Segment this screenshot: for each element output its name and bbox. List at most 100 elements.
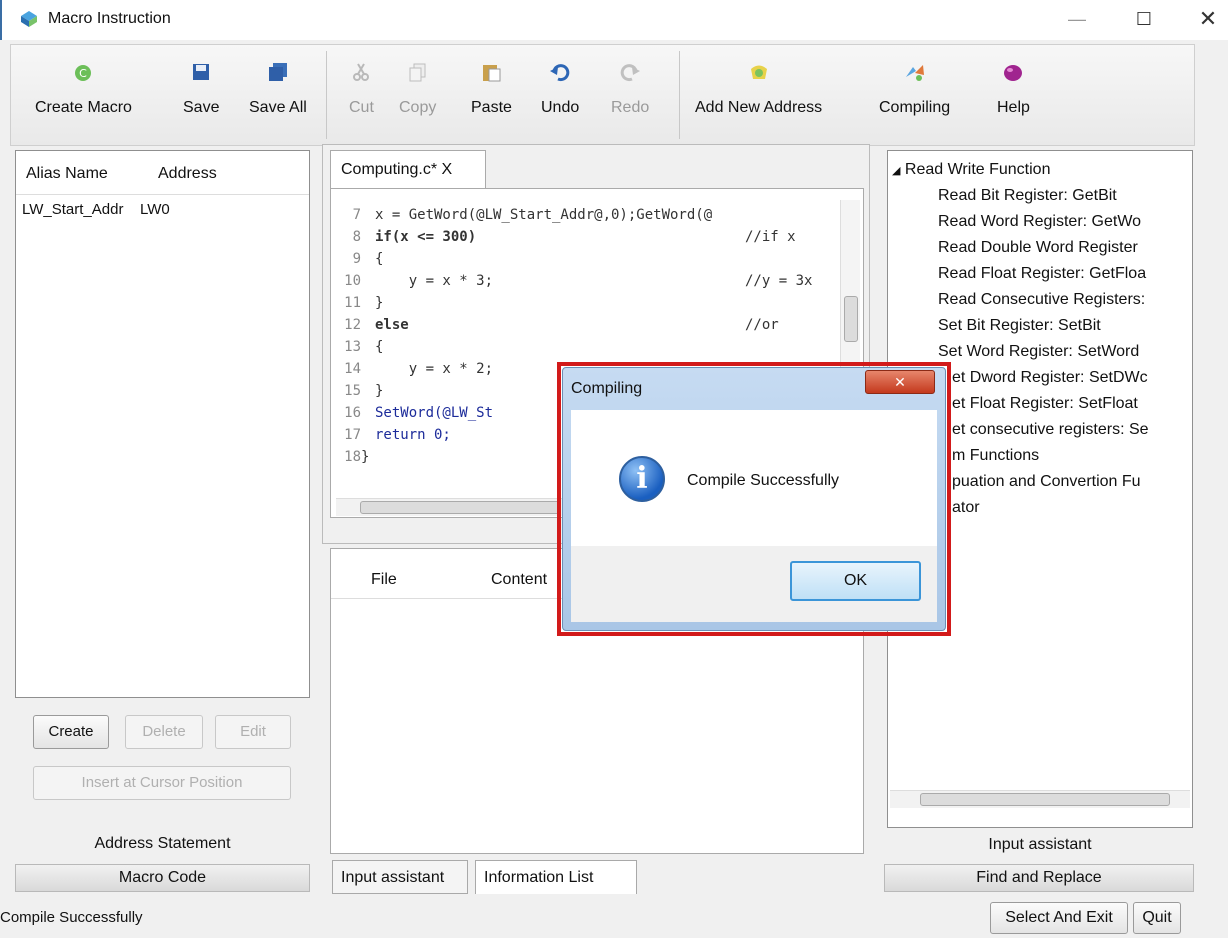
tree-item[interactable]: Read Word Register: GetWo <box>938 213 1141 231</box>
paste-button[interactable]: Paste <box>471 61 512 117</box>
redo-icon <box>620 64 641 82</box>
title-bar: Macro Instruction — ☐ ✕ <box>0 0 1228 40</box>
code-text: } <box>361 449 370 465</box>
save-icon <box>193 64 210 80</box>
tree-item[interactable]: m Functions <box>952 447 1039 465</box>
undo-icon <box>550 64 570 82</box>
redo-button[interactable]: Redo <box>611 61 649 117</box>
tab-macro-code[interactable]: Macro Code <box>15 864 310 892</box>
scrollbar-thumb[interactable] <box>920 793 1170 806</box>
save-all-button[interactable]: Save All <box>249 61 307 117</box>
tree-item[interactable]: Read Float Register: GetFloa <box>938 265 1146 283</box>
code-text: } <box>375 383 384 399</box>
dialog-message: Compile Successfully <box>687 472 840 489</box>
code-text: return 0; <box>375 427 451 443</box>
table-row[interactable]: LW_Start_Addr LW0 <box>16 195 309 225</box>
code-comment: //if x <box>745 229 796 245</box>
quit-button[interactable]: Quit <box>1133 902 1181 934</box>
toolbar: C Create Macro Save Save All Cut Copy Pa… <box>10 44 1195 146</box>
help-button[interactable]: Help <box>997 61 1030 117</box>
insert-at-cursor-button[interactable]: Insert at Cursor Position <box>33 766 291 800</box>
undo-button[interactable]: Undo <box>541 61 579 117</box>
toolbar-separator <box>326 51 327 139</box>
toolbar-separator <box>679 51 680 139</box>
address-list-panel: Alias Name Address LW_Start_Addr LW0 <box>15 150 310 698</box>
scrollbar-thumb[interactable] <box>360 501 560 514</box>
tree-item[interactable]: Read Bit Register: GetBit <box>938 187 1117 205</box>
code-text: } <box>375 295 384 311</box>
copy-label: Copy <box>399 99 437 116</box>
svg-text:C: C <box>80 67 88 80</box>
status-message: Compile Successfully <box>0 909 143 926</box>
code-text: { <box>375 251 384 267</box>
add-new-address-button[interactable]: Add New Address <box>695 61 822 117</box>
tree-item[interactable]: et Float Register: SetFloat <box>952 395 1138 413</box>
tab-find-and-replace[interactable]: Find and Replace <box>884 864 1194 892</box>
expand-arrow-icon: ◢ <box>892 165 901 177</box>
tree-horizontal-scrollbar[interactable] <box>890 790 1190 808</box>
compile-icon <box>905 65 924 81</box>
undo-label: Undo <box>541 99 580 116</box>
code-text: x = GetWord(@LW_Start_Addr@,0);GetWord(@ <box>375 207 713 223</box>
save-all-icon <box>268 63 287 81</box>
create-macro-label: Create Macro <box>35 99 132 116</box>
dialog-footer: OK <box>571 546 937 622</box>
dialog-body: i Compile Successfully <box>571 410 937 546</box>
edit-button[interactable]: Edit <box>215 715 291 749</box>
tab-information-list[interactable]: Information List <box>475 860 637 894</box>
tree-item[interactable]: ator <box>952 499 980 517</box>
code-text: { <box>375 339 384 355</box>
compiling-button[interactable]: Compiling <box>879 61 950 117</box>
add-new-address-label: Add New Address <box>695 99 823 116</box>
input-assistant-label: Input assistant <box>988 836 1092 853</box>
info-icon: i <box>619 456 665 502</box>
ok-button[interactable]: OK <box>790 561 921 601</box>
file-column-header: File <box>371 571 397 588</box>
tree-item[interactable]: Read Double Word Register <box>938 239 1138 257</box>
tree-item[interactable]: et consecutive registers: Se <box>952 421 1149 439</box>
app-icon <box>21 11 37 27</box>
address-statement-label: Address Statement <box>94 835 231 852</box>
tree-item[interactable]: Set Word Register: SetWord <box>938 343 1139 361</box>
address-header: Address <box>158 165 217 182</box>
tree-item[interactable]: Set Bit Register: SetBit <box>938 317 1101 335</box>
tab-computing-c[interactable]: Computing.c* X <box>330 150 486 188</box>
tree-item[interactable]: Read Consecutive Registers: <box>938 291 1145 309</box>
address-cell: LW0 <box>140 201 170 218</box>
compiling-dialog: Compiling ✕ i Compile Successfully OK <box>562 367 946 631</box>
dialog-close-button[interactable]: ✕ <box>865 370 935 394</box>
create-macro-button[interactable]: C Create Macro <box>35 61 132 117</box>
code-text: SetWord(@LW_St <box>375 405 494 421</box>
tab-input-assistant[interactable]: Input assistant <box>332 860 468 894</box>
help-icon <box>1004 65 1023 81</box>
window-title: Macro Instruction <box>48 10 171 27</box>
save-label: Save <box>183 99 220 116</box>
tree-item[interactable]: et Dword Register: SetDWc <box>952 369 1148 387</box>
minimize-button[interactable]: — <box>1057 4 1097 34</box>
delete-button[interactable]: Delete <box>125 715 203 749</box>
dialog-title: Compiling <box>571 380 643 397</box>
cut-label: Cut <box>349 99 374 116</box>
scrollbar-thumb[interactable] <box>844 296 858 342</box>
code-comment: //or <box>745 317 779 333</box>
help-label: Help <box>997 99 1030 116</box>
code-text: if(x <= 300) <box>375 229 477 245</box>
alias-name-header: Alias Name <box>26 165 108 182</box>
paste-label: Paste <box>471 99 512 116</box>
select-and-exit-button[interactable]: Select And Exit <box>990 902 1128 934</box>
close-button[interactable]: ✕ <box>1188 4 1228 34</box>
content-column-header: Content <box>491 571 548 588</box>
cut-button[interactable]: Cut <box>349 61 374 117</box>
tree-item[interactable]: puation and Convertion Fu <box>952 473 1141 491</box>
alias-cell: LW_Start_Addr <box>22 201 124 218</box>
tree-root-read-write-function[interactable]: ◢ Read Write Function <box>892 161 1050 179</box>
redo-label: Redo <box>611 99 650 116</box>
maximize-button[interactable]: ☐ <box>1124 4 1164 34</box>
code-comment: //y = 3x <box>745 273 813 289</box>
create-button[interactable]: Create <box>33 715 109 749</box>
create-macro-icon: C <box>75 65 92 81</box>
add-address-icon <box>750 65 767 79</box>
code-text: y = x * 3; <box>375 273 494 289</box>
save-button[interactable]: Save <box>183 61 219 117</box>
copy-button[interactable]: Copy <box>399 61 436 117</box>
